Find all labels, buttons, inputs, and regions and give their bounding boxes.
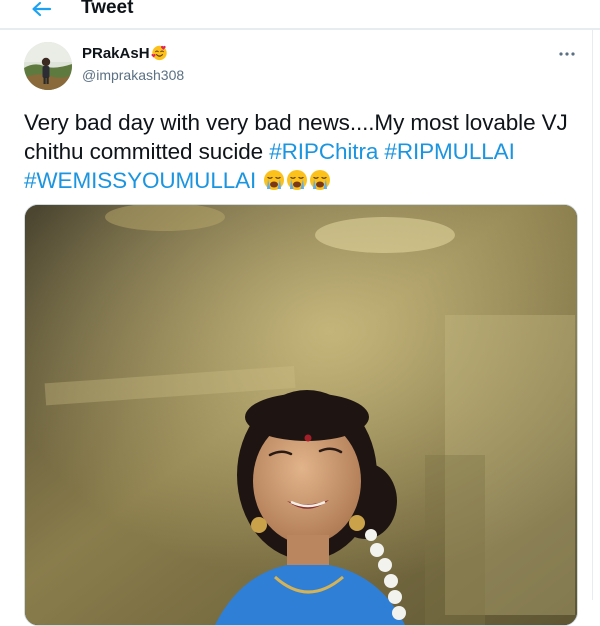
emoji-group <box>262 168 331 193</box>
tweet-text: Very bad day with very bad news....My mo… <box>24 108 584 195</box>
avatar-image <box>24 42 72 90</box>
hashtag-link[interactable]: #RIPChitra <box>269 139 378 164</box>
avatar[interactable] <box>24 42 72 90</box>
photo-image <box>25 205 577 625</box>
hashtag-link[interactable]: #WEMISSYOUMULLAI <box>24 168 256 193</box>
loudly-crying-face-icon <box>264 170 285 190</box>
loudly-crying-face-icon <box>287 170 308 190</box>
tweet-photo[interactable] <box>24 204 578 626</box>
arrow-left-icon[interactable] <box>30 0 52 20</box>
hashtag-link[interactable]: #RIPMULLAI <box>384 139 514 164</box>
author-display-name: PRakAsH <box>82 45 150 62</box>
page-title: Tweet <box>81 0 134 18</box>
column-border <box>592 30 593 600</box>
header-divider <box>0 29 600 30</box>
author-handle[interactable]: @imprakash308 <box>82 66 184 84</box>
loudly-crying-face-icon <box>310 170 331 190</box>
author-name[interactable]: PRakAsH <box>82 44 168 63</box>
more-horizontal-icon[interactable] <box>557 46 577 62</box>
smiling-face-with-hearts-icon <box>151 45 167 61</box>
top-bar: Tweet <box>0 0 600 29</box>
